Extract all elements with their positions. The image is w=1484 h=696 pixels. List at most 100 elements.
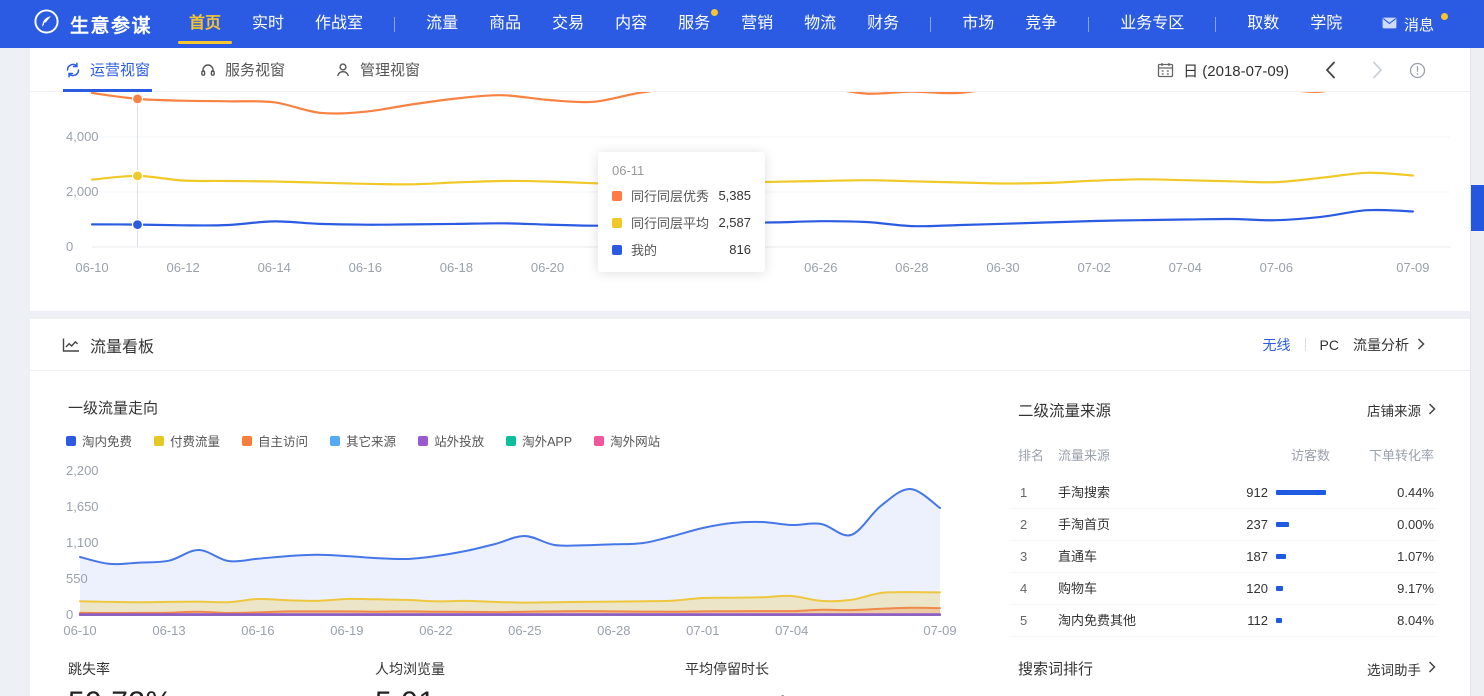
legend-swatch — [418, 436, 428, 446]
sources-title: 二级流量来源 — [1018, 399, 1111, 421]
source-rank: 2 — [1020, 509, 1027, 541]
notification-dot — [1441, 13, 1448, 20]
source-row-2[interactable]: 2手淘首页2370.00% — [1010, 509, 1436, 541]
series-label: 同行同层优秀 — [631, 186, 709, 205]
y-tick-label: 4,000 — [66, 129, 99, 145]
x-tick-label: 06-16 — [241, 623, 274, 638]
source-name: 购物车 — [1058, 573, 1097, 605]
chevron-right-icon — [1417, 337, 1425, 353]
legend-swatch — [242, 436, 252, 446]
prev-date-button[interactable] — [1325, 61, 1336, 79]
nav-item-market[interactable]: 市场 — [962, 0, 994, 48]
x-tick-label: 07-02 — [1077, 260, 1110, 275]
visitors-bar — [1276, 522, 1289, 527]
nav-item-realtime[interactable]: 实时 — [252, 0, 284, 48]
nav-item-content[interactable]: 内容 — [615, 0, 647, 48]
nav-item-product[interactable]: 商品 — [489, 0, 521, 48]
source-row-5[interactable]: 5淘内免费其他1128.04% — [1010, 605, 1436, 637]
series-color-swatch — [612, 191, 622, 201]
legend-item-other-sources[interactable]: 其它来源 — [330, 431, 396, 450]
visitors-bar — [1276, 490, 1326, 495]
app-logo[interactable]: 生意参谋 — [33, 8, 152, 41]
keywords-title: 搜索词排行 — [1018, 658, 1093, 679]
view-tabs: 运营视窗 服务视窗 管理视窗 — [65, 48, 420, 92]
x-tick-label: 07-09 — [1396, 260, 1429, 275]
source-row-3[interactable]: 3直通车1871.07% — [1010, 541, 1436, 573]
stat-bounce-rate: 跳失率59.73% — [68, 659, 173, 696]
nav-item-finance[interactable]: 财务 — [867, 0, 899, 48]
nav-item-data-extract[interactable]: 取数 — [1247, 0, 1279, 48]
stat-label: 人均浏览量 — [375, 659, 445, 679]
nav-item-competition[interactable]: 竞争 — [1025, 0, 1057, 48]
legend-label: 淘外网站 — [610, 431, 660, 450]
x-tick-label: 06-13 — [152, 623, 185, 638]
stat-views-per-visitor: 人均浏览量5.01 — [375, 659, 445, 696]
legend-item-paid-traffic[interactable]: 付费流量 — [154, 431, 220, 450]
headset-icon — [200, 62, 216, 78]
source-rank: 1 — [1020, 477, 1027, 509]
chart-tooltip: 06-11 同行同层优秀5,385同行同层平均2,587我的816 — [598, 152, 765, 272]
nav-divider — [1215, 17, 1216, 32]
keywords-header: 搜索词排行 选词助手 — [1010, 658, 1436, 679]
source-rate: 9.17% — [1397, 573, 1434, 605]
industry-compare-chart[interactable]: 02,0004,000 06-1006-1206-1406-1606-1806-… — [30, 92, 1470, 311]
tooltip-rows: 同行同层优秀5,385同行同层平均2,587我的816 — [612, 186, 751, 259]
calendar-icon[interactable] — [1157, 62, 1174, 78]
app-title: 生意参谋 — [70, 11, 152, 38]
tab-service-view[interactable]: 服务视窗 — [200, 48, 285, 92]
word-helper-link[interactable]: 选词助手 — [1367, 659, 1436, 679]
y-tick-label: 0 — [66, 607, 73, 623]
traffic-analysis-link[interactable]: 流量分析 — [1353, 335, 1425, 355]
y-tick-label: 2,200 — [66, 463, 99, 479]
legend-item-free-traffic[interactable]: 淘内免费 — [66, 431, 132, 450]
nav-item-traffic[interactable]: 流量 — [426, 0, 458, 48]
source-name: 淘内免费其他 — [1058, 605, 1136, 637]
col-conversion: 下单转化率 — [1369, 445, 1434, 464]
sources-table: 1手淘搜索9120.44%2手淘首页2370.00%3直通车1871.07%4购… — [1010, 477, 1436, 637]
nav-item-logistics[interactable]: 物流 — [804, 0, 836, 48]
nav-item-trade[interactable]: 交易 — [552, 0, 584, 48]
source-rate: 8.04% — [1397, 605, 1434, 637]
source-name: 手淘首页 — [1058, 509, 1110, 541]
hover-dot-mine — [133, 220, 143, 230]
nav-divider — [930, 17, 931, 32]
nav-item-academy[interactable]: 学院 — [1310, 0, 1342, 48]
visitors-bar — [1276, 618, 1282, 623]
tab-label: 运营视窗 — [90, 59, 150, 80]
x-tick-label: 06-30 — [986, 260, 1019, 275]
info-icon[interactable] — [1409, 62, 1426, 79]
sources-header: 二级流量来源 店铺来源 — [1010, 399, 1436, 421]
legend-item-offsite-web[interactable]: 淘外网站 — [594, 431, 660, 450]
date-label[interactable]: 日 (2018-07-09) — [1183, 60, 1289, 81]
source-row-4[interactable]: 4购物车1209.17% — [1010, 573, 1436, 605]
source-row-1[interactable]: 1手淘搜索9120.44% — [1010, 477, 1436, 509]
source-rank: 3 — [1020, 541, 1027, 573]
toggle-wireless[interactable]: 无线 — [1263, 335, 1291, 355]
traffic-stats: 跳失率59.73% 人均浏览量5.01 平均停留时长17.49秒 — [30, 659, 990, 696]
next-date-button[interactable] — [1372, 61, 1383, 79]
tab-management-view[interactable]: 管理视窗 — [335, 48, 420, 92]
nav-divider — [394, 17, 395, 32]
messages-button[interactable]: 消息 — [1382, 0, 1448, 48]
x-tick-label: 06-10 — [63, 623, 96, 638]
scrollbar-thumb[interactable] — [1471, 185, 1484, 231]
page-scrollbar[interactable] — [1470, 48, 1484, 696]
nav-item-service[interactable]: 服务 — [678, 0, 710, 48]
nav-item-home[interactable]: 首页 — [189, 0, 221, 48]
toggle-pc[interactable]: PC — [1320, 337, 1339, 353]
tab-operation-view[interactable]: 运营视窗 — [65, 48, 150, 92]
source-visitors: 187 — [1246, 541, 1268, 573]
nav-item-marketing[interactable]: 营销 — [741, 0, 773, 48]
legend-item-offsite-app[interactable]: 淘外APP — [506, 431, 572, 450]
legend-item-direct-visit[interactable]: 自主访问 — [242, 431, 308, 450]
tooltip-row: 我的816 — [612, 240, 751, 259]
source-rate: 0.44% — [1397, 477, 1434, 509]
nav-item-business-zone[interactable]: 业务专区 — [1120, 0, 1184, 48]
series-label: 同行同层平均 — [631, 213, 709, 232]
nav-item-war-room[interactable]: 作战室 — [315, 0, 363, 48]
primary-traffic-chart[interactable]: 06-1006-1306-1606-1906-2206-2506-2807-01… — [30, 459, 990, 649]
stat-avg-stay-duration: 平均停留时长17.49秒 — [685, 659, 793, 696]
tooltip-row: 同行同层平均2,587 — [612, 213, 751, 232]
legend-item-offsite-ads[interactable]: 站外投放 — [418, 431, 484, 450]
shop-sources-link[interactable]: 店铺来源 — [1367, 400, 1436, 420]
